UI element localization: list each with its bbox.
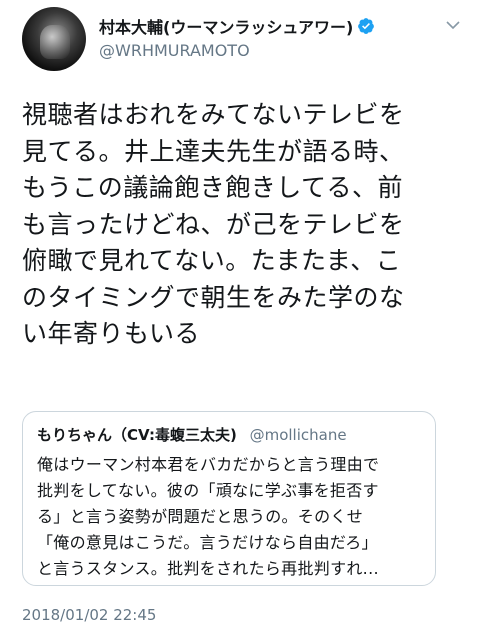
tweet-timestamp[interactable]: 2018/01/02 22:45 <box>22 606 156 624</box>
avatar-photo <box>40 25 70 59</box>
author-name-text: 村本大輔(ウーマンラッシュアワー) <box>99 18 354 37</box>
tweet-text: 視聴者はおれをみてないテレビを 見てる。井上達夫先生が語る時、 もうこの議論飽き… <box>22 97 472 353</box>
quoted-tweet-text: 俺はウーマン村本君をバカだからと言う理由で 批判をしてない。彼の「頑なに学ぶ事を… <box>37 452 429 582</box>
tweet-line: い年寄りもいる <box>22 319 201 348</box>
verified-badge-icon <box>358 18 375 34</box>
chevron-down-icon[interactable] <box>446 20 460 30</box>
tweet-line: もうこの議論飽き飽きしてる、前 <box>22 173 404 202</box>
avatar[interactable] <box>22 7 86 71</box>
quoted-tweet-line: と言うスタンス。批判をされたら再批判すれ... <box>37 559 379 578</box>
quoted-author-name: もりちゃん（CV:毒蝮三太夫) <box>37 426 237 444</box>
author-handle[interactable]: @WRHMURAMOTO <box>99 41 250 60</box>
tweet-line: 視聴者はおれをみてないテレビを <box>22 100 405 129</box>
quoted-tweet-line: 批判をしてない。彼の「頑なに学ぶ事を拒否す <box>37 481 379 500</box>
quoted-tweet-line: 「俺の意見はこうだ。言うだけなら自由だろ」 <box>37 533 378 552</box>
tweet-line: のタイミングで朝生をみた学のな <box>22 282 405 312</box>
quoted-tweet-card[interactable]: もりちゃん（CV:毒蝮三太夫) @mollichane 俺はウーマン村本君をバカ… <box>22 411 436 586</box>
quoted-author-handle: @mollichane <box>249 426 347 444</box>
quoted-tweet-line: る」と言う姿勢が問題だと思うの。そのくせ <box>37 507 364 526</box>
quoted-tweet-line: 俺はウーマン村本君をバカだからと言う理由で <box>37 455 380 474</box>
tweet-line: 見てる。井上達夫先生が語る時、 <box>22 136 405 166</box>
quoted-tweet-header: もりちゃん（CV:毒蝮三太夫) @mollichane <box>37 424 347 445</box>
tweet-line: も言ったけどね、が己をテレビを <box>22 209 405 239</box>
author-display-name[interactable]: 村本大輔(ウーマンラッシュアワー) <box>99 14 375 38</box>
tweet-line: 俯瞰で見れてない。たまたま、こ <box>22 246 402 275</box>
